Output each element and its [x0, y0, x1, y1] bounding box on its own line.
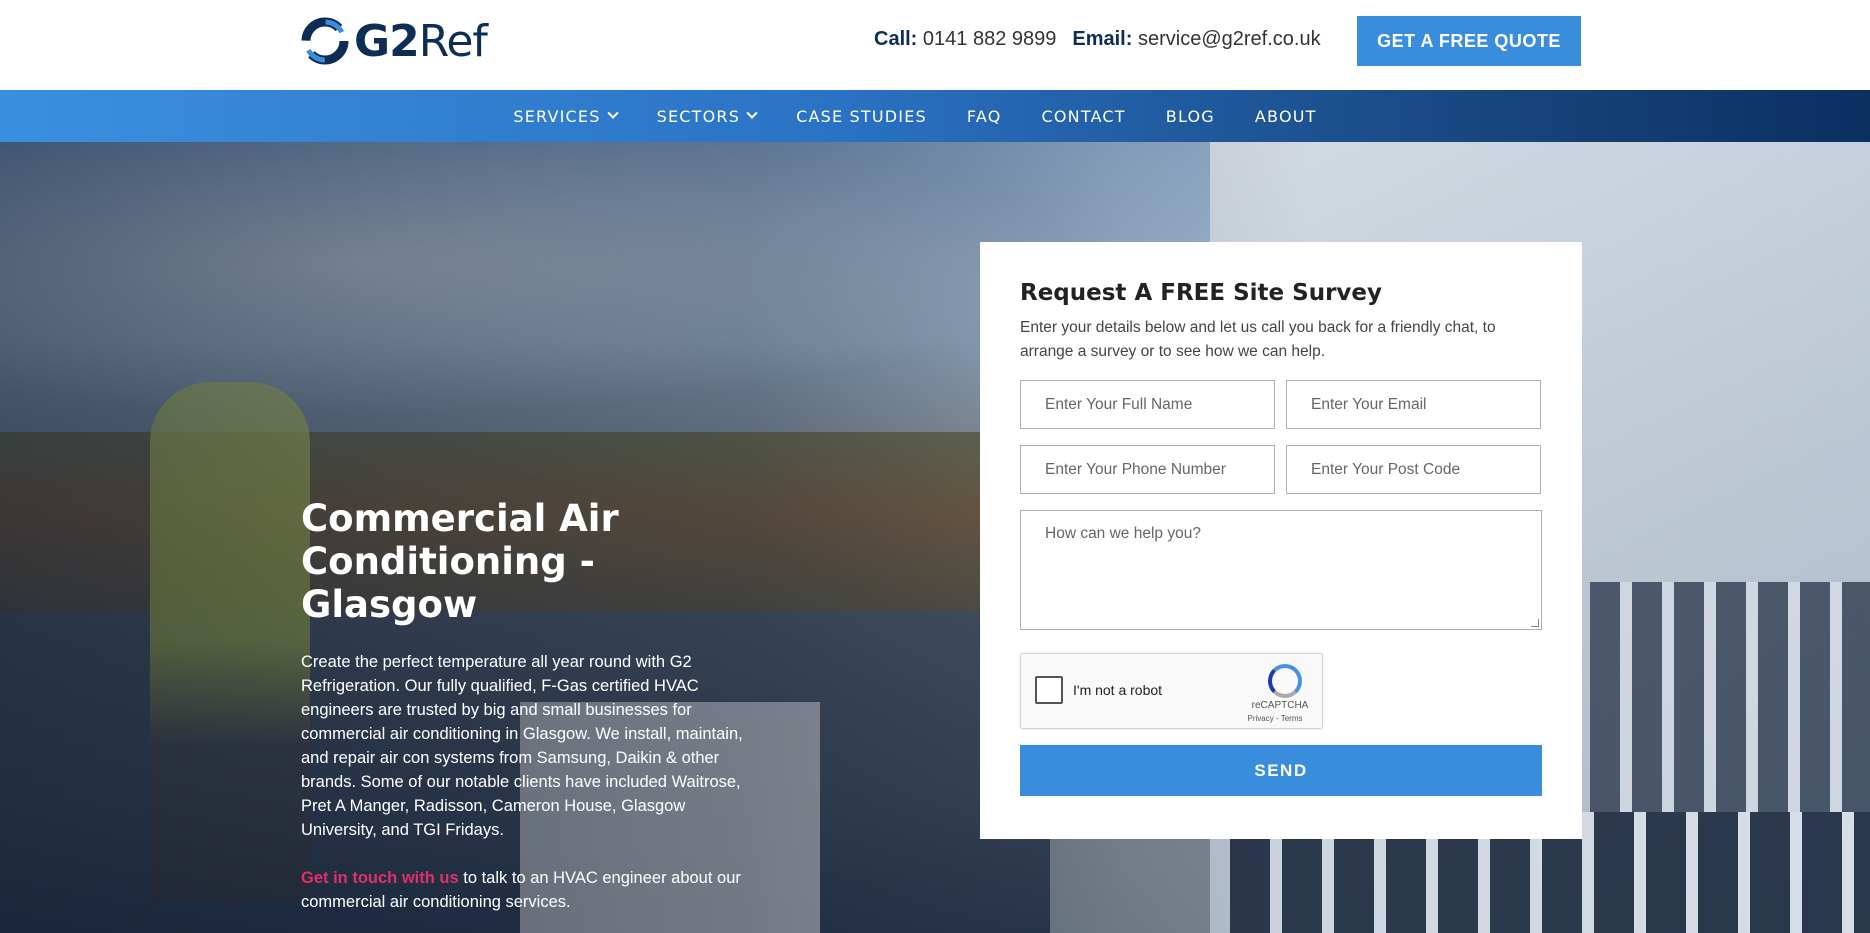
full-name-input[interactable]: Enter Your Full Name	[1020, 380, 1275, 429]
site-header: G2Ref Call: 0141 882 9899 Email: service…	[0, 0, 1870, 90]
chevron-down-icon	[746, 107, 758, 119]
nav-item-case-studies[interactable]: CASE STUDIES	[796, 107, 927, 126]
logo-icon	[301, 17, 349, 65]
form-subtitle: Enter your details below and let us call…	[1020, 319, 1496, 360]
nav-item-blog[interactable]: BLOG	[1166, 107, 1215, 126]
hero-description: Create the perfect temperature all year …	[301, 653, 743, 839]
hero-cta-text: Get in touch with us to talk to an HVAC …	[301, 869, 741, 911]
recaptcha-label: I'm not a robot	[1073, 682, 1163, 698]
get-free-quote-button[interactable]: GET A FREE QUOTE	[1357, 16, 1581, 66]
page-title: Commercial Air Conditioning - Glasgow	[301, 497, 619, 626]
form-title: Request A FREE Site Survey	[1020, 280, 1383, 306]
postcode-input[interactable]: Enter Your Post Code	[1286, 445, 1541, 494]
contact-info: Call: 0141 882 9899 Email: service@g2ref…	[874, 28, 1321, 51]
nav-item-services[interactable]: SERVICES	[513, 107, 619, 126]
nav-item-contact[interactable]: CONTACT	[1042, 107, 1126, 126]
nav-item-about[interactable]: ABOUT	[1255, 107, 1317, 126]
nav-item-faq[interactable]: FAQ	[967, 107, 1002, 126]
hero-section: Commercial Air Conditioning - Glasgow Cr…	[0, 142, 1870, 933]
hero-text-block: Commercial Air Conditioning - Glasgow Cr…	[301, 497, 761, 914]
email-input[interactable]: Enter Your Email	[1286, 380, 1541, 429]
recaptcha-terms-link[interactable]: Privacy - Terms	[1240, 714, 1310, 723]
chevron-down-icon	[606, 107, 619, 119]
resize-handle-icon[interactable]	[1531, 619, 1539, 627]
message-placeholder: How can we help you?	[1045, 525, 1201, 542]
hero-overlay	[0, 142, 1870, 933]
phone-contact[interactable]: Call: 0141 882 9899	[874, 28, 1056, 51]
nav-item-sectors[interactable]: SECTORS	[657, 107, 758, 126]
site-survey-form: Request A FREE Site Survey Enter your de…	[980, 242, 1582, 839]
logo-text: G2Ref	[354, 15, 488, 67]
g2ref-logo[interactable]: G2Ref	[300, 15, 488, 67]
send-button[interactable]: SEND	[1020, 745, 1542, 796]
recaptcha-widget: I'm not a robot reCAPTCHA Privacy - Term…	[1020, 653, 1323, 729]
recaptcha-checkbox[interactable]	[1035, 676, 1063, 704]
phone-input[interactable]: Enter Your Phone Number	[1020, 445, 1275, 494]
get-in-touch-link[interactable]: Get in touch with us	[301, 869, 459, 887]
main-nav: SERVICES SECTORS CASE STUDIES FAQ CONTAC…	[0, 90, 1870, 142]
email-contact[interactable]: Email: service@g2ref.co.uk	[1072, 28, 1320, 51]
recaptcha-brand: reCAPTCHA	[1251, 700, 1309, 711]
recaptcha-icon	[1268, 664, 1302, 698]
message-textarea[interactable]: How can we help you?	[1020, 510, 1542, 630]
